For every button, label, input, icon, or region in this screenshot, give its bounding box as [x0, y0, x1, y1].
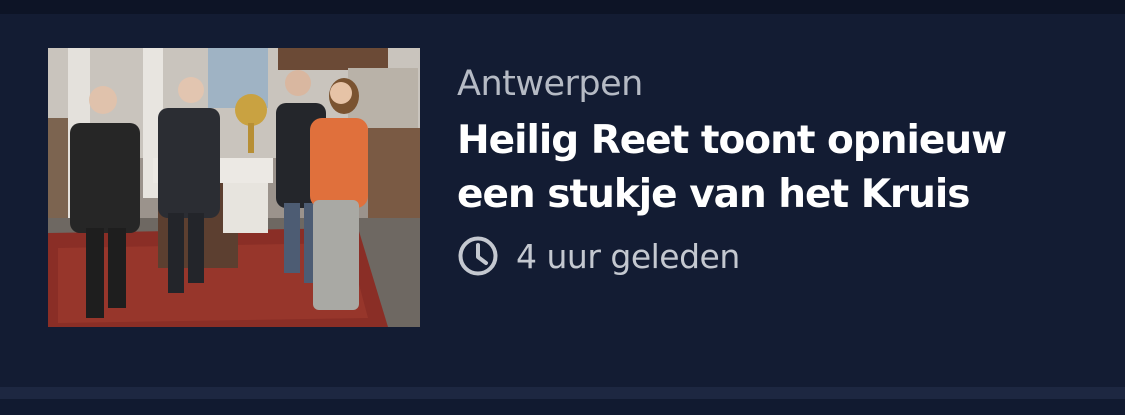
top-strip — [0, 0, 1125, 14]
clock-icon — [457, 235, 499, 277]
article-meta: 4 uur geleden — [457, 234, 1097, 278]
article-text[interactable]: Antwerpen Heilig Reet toont opnieuw een … — [457, 62, 1097, 278]
bottom-strip — [0, 399, 1125, 415]
article-category[interactable]: Antwerpen — [457, 62, 1097, 106]
article-thumbnail[interactable] — [48, 48, 420, 327]
article-headline[interactable]: Heilig Reet toont opnieuw een stukje van… — [457, 114, 1097, 222]
church-photo — [48, 48, 420, 327]
card-divider — [0, 387, 1125, 399]
headline-line-2: een stukje van het Kruis — [457, 172, 971, 217]
headline-line-1: Heilig Reet toont opnieuw — [457, 118, 1007, 163]
published-time: 4 uur geleden — [516, 236, 740, 276]
